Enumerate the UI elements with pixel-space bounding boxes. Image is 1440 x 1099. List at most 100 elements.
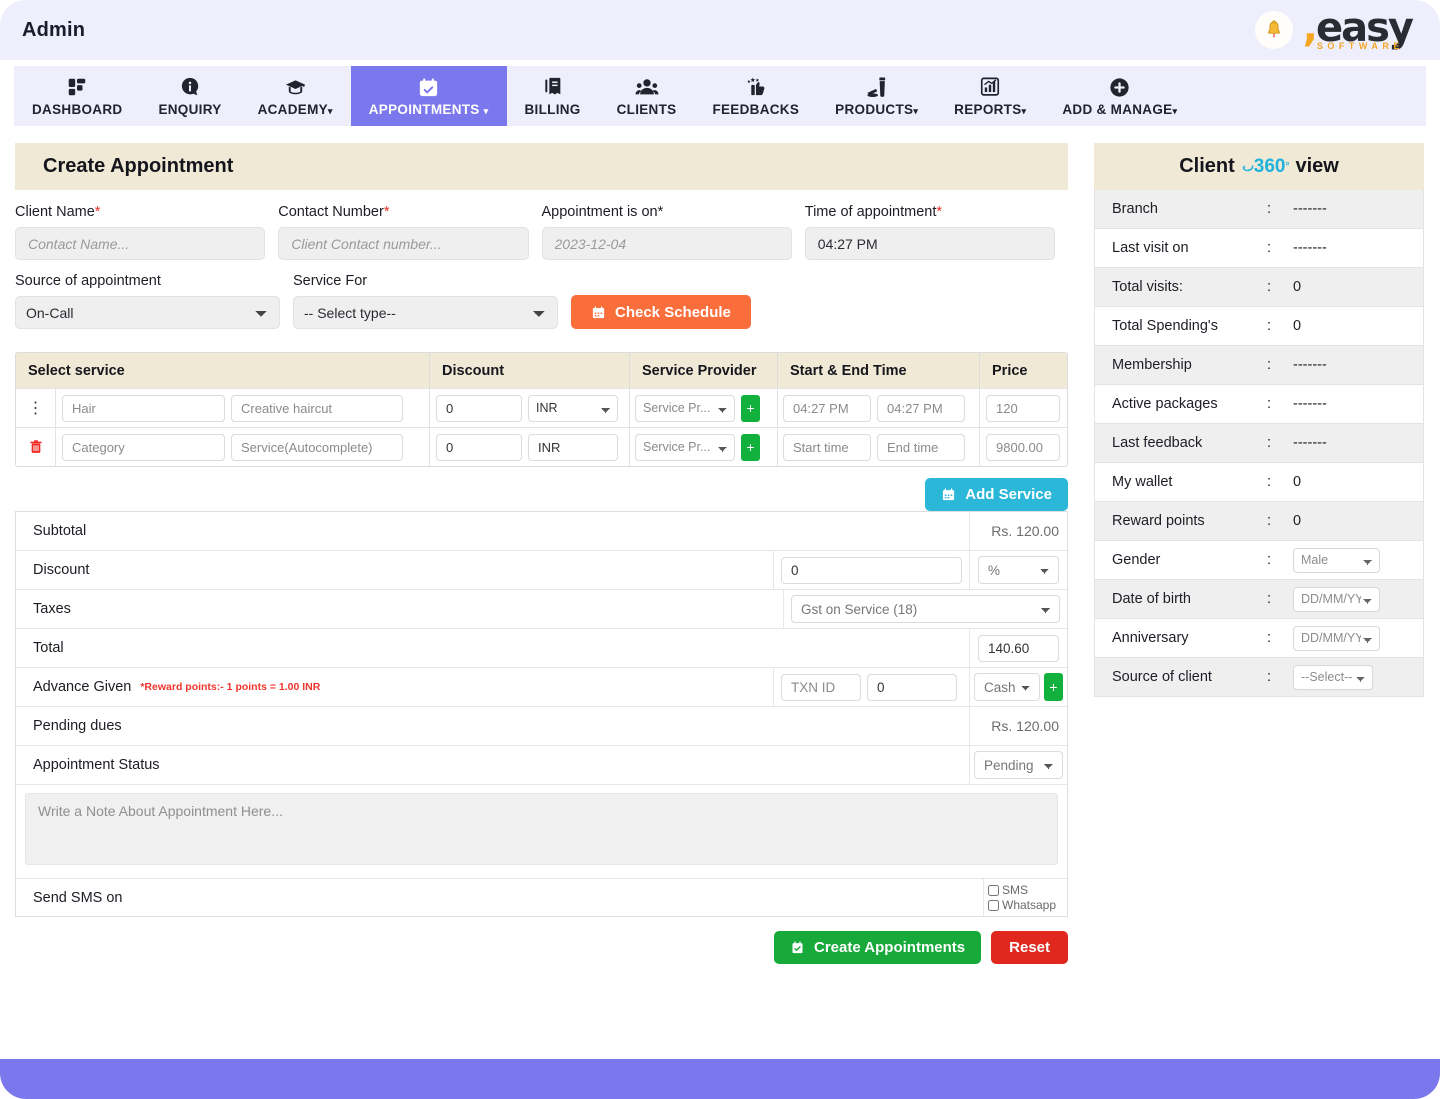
row-colon: : bbox=[1267, 279, 1293, 295]
discount-input[interactable] bbox=[436, 434, 522, 461]
row-label: Last visit on bbox=[1095, 240, 1267, 256]
row-colon: : bbox=[1267, 552, 1293, 568]
service-table-header: Select service Discount Service Provider… bbox=[16, 353, 1067, 388]
service-table-row: Service Pr... + bbox=[16, 427, 1067, 466]
appointment-date-input[interactable] bbox=[542, 227, 792, 260]
price-input[interactable] bbox=[986, 434, 1060, 461]
nav-item-clients[interactable]: CLIENTS bbox=[599, 66, 695, 126]
pending-spacer bbox=[773, 707, 969, 745]
drag-dots-icon[interactable]: ⋮ bbox=[16, 389, 56, 427]
service-provider-select[interactable]: Service Pr... bbox=[635, 434, 735, 461]
contact-number-input[interactable] bbox=[278, 227, 528, 260]
end-time-input[interactable] bbox=[877, 434, 965, 461]
notification-button[interactable] bbox=[1255, 11, 1293, 49]
brand-logo: ,easy SOFTWARE bbox=[1303, 8, 1412, 51]
totals-row-discount: Discount % bbox=[16, 551, 1067, 590]
add-payment-button[interactable]: + bbox=[1044, 673, 1063, 701]
discount-currency-select[interactable]: INR bbox=[528, 395, 618, 422]
chevron-down-icon: ▾ bbox=[484, 106, 489, 116]
row-colon: : bbox=[1267, 357, 1293, 373]
total-value-input[interactable] bbox=[978, 635, 1059, 662]
payment-mode-select[interactable]: Cash bbox=[974, 673, 1040, 701]
start-time-input[interactable] bbox=[783, 395, 871, 422]
source-of-client-select[interactable]: --Select-- bbox=[1293, 665, 1373, 690]
totals-row-pending: Pending dues Rs. 120.00 bbox=[16, 707, 1067, 746]
discount-currency-input[interactable] bbox=[528, 434, 618, 461]
bar-chart-icon bbox=[979, 75, 1001, 99]
reset-button[interactable]: Reset bbox=[991, 931, 1068, 964]
advance-label-cell: Advance Given *Reward points:- 1 points … bbox=[16, 668, 773, 706]
calendar-icon bbox=[591, 305, 606, 320]
pending-dues-label: Pending dues bbox=[16, 707, 773, 745]
sms-checkbox-row[interactable]: SMS bbox=[988, 883, 1063, 897]
nav-item-dashboard[interactable]: DASHBOARD bbox=[14, 66, 140, 126]
advance-amount-input[interactable] bbox=[867, 674, 957, 701]
column-header-price: Price bbox=[980, 353, 1066, 388]
status-select-cell: Pending bbox=[969, 746, 1067, 784]
gender-select[interactable]: Male bbox=[1293, 548, 1380, 573]
client-info-row: Date of birth : DD/MM/YY bbox=[1094, 580, 1424, 619]
service-for-select[interactable]: -- Select type-- bbox=[293, 296, 558, 329]
client-360-title-suffix: view bbox=[1295, 155, 1338, 178]
sms-checkbox[interactable] bbox=[988, 885, 999, 896]
footer-bar bbox=[0, 1059, 1440, 1099]
add-provider-button[interactable]: + bbox=[741, 434, 760, 461]
whatsapp-checkbox[interactable] bbox=[988, 900, 999, 911]
discount-input[interactable] bbox=[436, 395, 522, 422]
nav-item-products[interactable]: PRODUCTS▾ bbox=[817, 66, 936, 126]
add-service-button[interactable]: Add Service bbox=[925, 478, 1068, 511]
source-of-appointment-select[interactable]: On-Call bbox=[15, 296, 280, 329]
whatsapp-checkbox-row[interactable]: Whatsapp bbox=[988, 898, 1063, 912]
service-for-label: Service For bbox=[293, 273, 558, 289]
end-time-input[interactable] bbox=[877, 395, 965, 422]
row-service-selects bbox=[56, 428, 430, 466]
service-input[interactable] bbox=[231, 395, 403, 422]
create-appointment-header: Create Appointment bbox=[15, 143, 1068, 190]
row-colon: : bbox=[1267, 591, 1293, 607]
check-schedule-button[interactable]: Check Schedule bbox=[571, 295, 751, 329]
client-360-header: Client 360° view bbox=[1094, 143, 1424, 190]
create-appointments-button[interactable]: Create Appointments bbox=[774, 931, 981, 964]
row-value: ------- bbox=[1293, 240, 1423, 256]
nav-item-reports[interactable]: REPORTS▾ bbox=[936, 66, 1044, 126]
nav-item-academy[interactable]: ACADEMY▾ bbox=[240, 66, 351, 126]
client-info-row: Branch : ------- bbox=[1094, 190, 1424, 229]
date-of-birth-select[interactable]: DD/MM/YY bbox=[1293, 587, 1380, 612]
appointment-note-textarea[interactable] bbox=[25, 793, 1058, 865]
row-value: ------- bbox=[1293, 357, 1423, 373]
row-price-cell bbox=[980, 428, 1066, 466]
taxes-label: Taxes bbox=[16, 590, 783, 628]
total-spacer bbox=[773, 629, 969, 667]
category-input[interactable] bbox=[62, 395, 225, 422]
service-input[interactable] bbox=[231, 434, 403, 461]
discount-amount-input[interactable] bbox=[781, 557, 962, 584]
appointment-status-select[interactable]: Pending bbox=[974, 751, 1063, 779]
nav-item-feedbacks[interactable]: FEEDBACKS bbox=[694, 66, 817, 126]
appointment-time-input[interactable] bbox=[805, 227, 1055, 260]
service-provider-select[interactable]: Service Pr... bbox=[635, 395, 735, 422]
create-appointments-label: Create Appointments bbox=[814, 939, 965, 956]
trash-icon[interactable] bbox=[16, 428, 56, 466]
totals-row-status: Appointment Status Pending bbox=[16, 746, 1067, 785]
add-provider-button[interactable]: + bbox=[741, 395, 760, 422]
row-value: 0 bbox=[1293, 513, 1423, 529]
row-label: Gender bbox=[1095, 552, 1267, 568]
price-input[interactable] bbox=[986, 395, 1060, 422]
txn-id-input[interactable] bbox=[781, 674, 861, 701]
nav-item-enquiry[interactable]: ENQUIRY bbox=[140, 66, 239, 126]
nav-item-add-and-manage[interactable]: ADD & MANAGE▾ bbox=[1044, 66, 1195, 126]
row-value: 0 bbox=[1293, 474, 1423, 490]
client-info-row: Active packages : ------- bbox=[1094, 385, 1424, 424]
anniversary-select[interactable]: DD/MM/YY bbox=[1293, 626, 1380, 651]
discount-unit-select[interactable]: % bbox=[978, 556, 1059, 584]
client-name-input[interactable] bbox=[15, 227, 265, 260]
taxes-select[interactable]: Gst on Service (18) bbox=[791, 595, 1060, 623]
row-colon: : bbox=[1267, 396, 1293, 412]
chevron-down-icon: ▾ bbox=[1172, 106, 1177, 116]
info-circle-icon bbox=[179, 75, 201, 99]
start-time-input[interactable] bbox=[783, 434, 871, 461]
service-table: Select service Discount Service Provider… bbox=[15, 352, 1068, 467]
nav-item-billing[interactable]: BILLING bbox=[507, 66, 599, 126]
nav-item-appointments[interactable]: APPOINTMENTS ▾ bbox=[351, 66, 507, 126]
category-input[interactable] bbox=[62, 434, 225, 461]
